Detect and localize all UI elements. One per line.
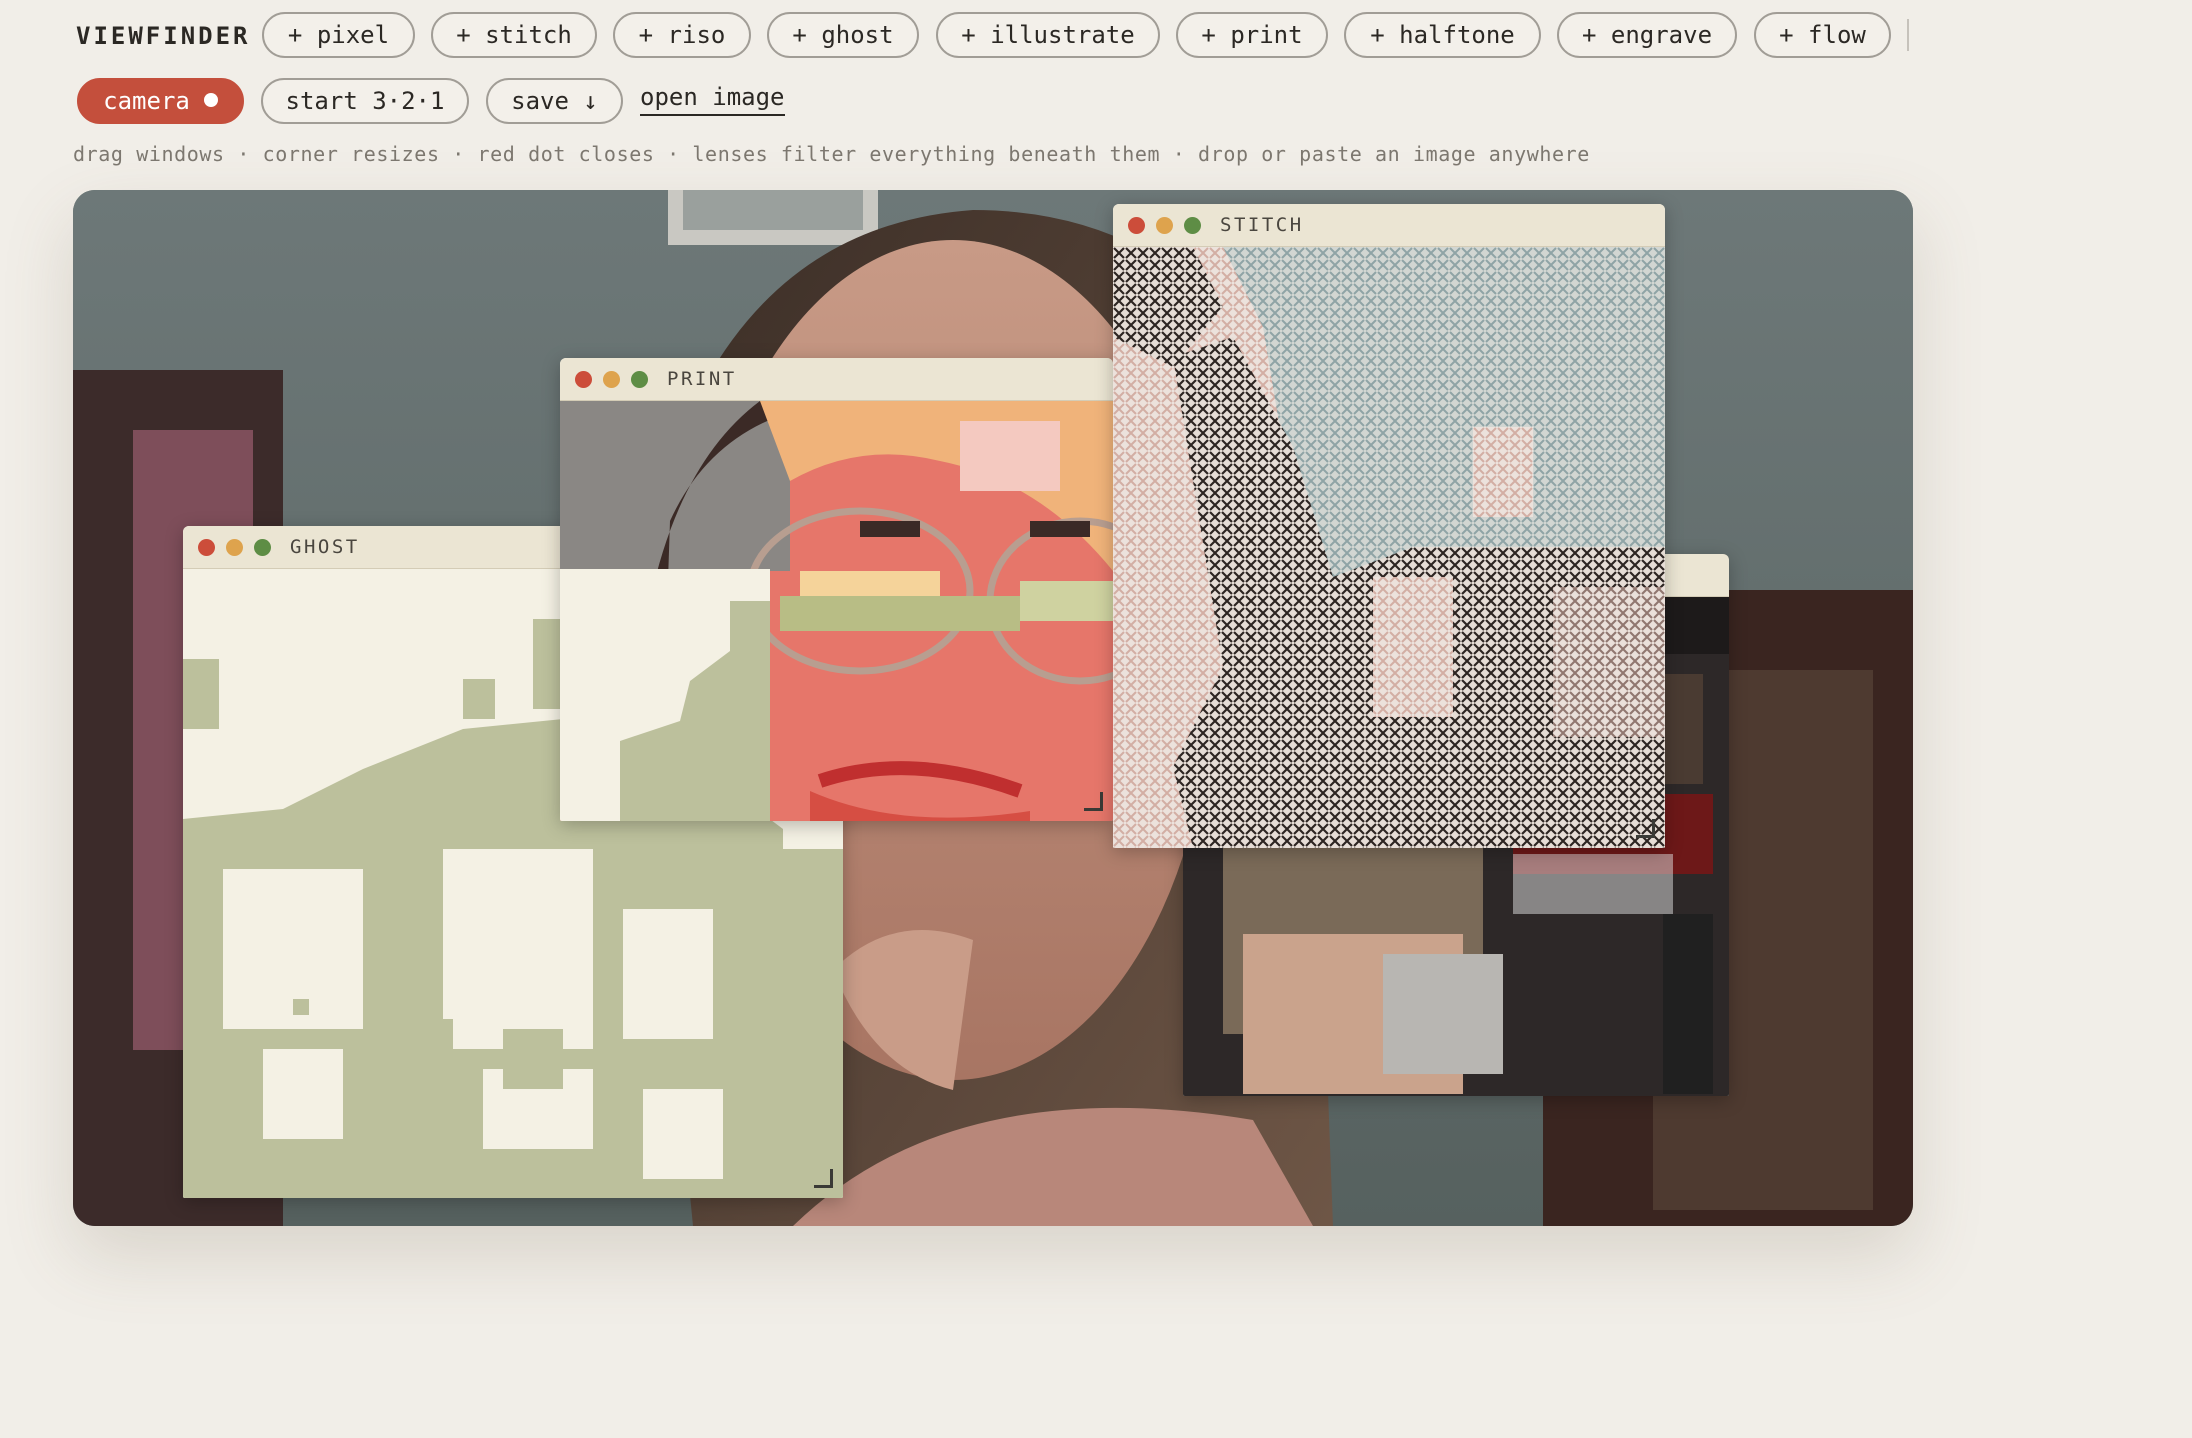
stitch-lens-image — [1113, 247, 1665, 848]
close-dot-icon[interactable] — [198, 539, 215, 556]
ghost-window-title: GHOST — [290, 536, 360, 558]
print-lens-output — [560, 401, 1113, 821]
instructions-text: drag windows · corner resizes · red dot … — [73, 142, 1590, 166]
stitch-window-title: STITCH — [1220, 214, 1304, 236]
add-riso-lens-button[interactable]: + riso — [613, 12, 751, 58]
add-ghost-lens-button[interactable]: + ghost — [767, 12, 919, 58]
toolbar-divider — [1907, 19, 1909, 51]
lens-window-print[interactable]: PRINT — [560, 358, 1113, 821]
add-stitch-lens-button[interactable]: + stitch — [431, 12, 597, 58]
add-illustrate-lens-button[interactable]: + illustrate — [936, 12, 1160, 58]
minimize-dot-icon — [1156, 217, 1173, 234]
close-dot-icon[interactable] — [1128, 217, 1145, 234]
print-lens-image — [560, 401, 1113, 821]
add-engrave-lens-button[interactable]: + engrave — [1557, 12, 1737, 58]
add-print-lens-button[interactable]: + print — [1176, 12, 1328, 58]
toolbar: VIEWFINDER + pixel + stitch + riso + gho… — [0, 0, 2192, 190]
save-button[interactable]: save ↓ — [486, 78, 623, 124]
app-title: VIEWFINDER — [76, 22, 251, 50]
minimize-dot-icon — [226, 539, 243, 556]
recording-dot-icon — [203, 93, 218, 107]
close-dot-icon[interactable] — [575, 371, 592, 388]
ghost-resize-handle-icon[interactable] — [814, 1169, 833, 1188]
zoom-dot-icon — [631, 371, 648, 388]
zoom-dot-icon — [254, 539, 271, 556]
add-halftone-lens-button[interactable]: + halftone — [1344, 12, 1541, 58]
add-pixel-lens-button[interactable]: + pixel — [262, 12, 415, 58]
camera-button[interactable]: camera — [77, 78, 244, 124]
start-countdown-button[interactable]: start 3·2·1 — [261, 78, 469, 124]
open-image-link[interactable]: open image — [640, 80, 785, 116]
print-window-titlebar[interactable]: PRINT — [560, 358, 1113, 401]
print-resize-handle-icon[interactable] — [1084, 792, 1103, 811]
stitch-window-titlebar[interactable]: STITCH — [1113, 204, 1665, 247]
add-flow-lens-button[interactable]: + flow — [1754, 12, 1891, 58]
stitch-lens-output — [1113, 247, 1665, 848]
minimize-dot-icon — [603, 371, 620, 388]
print-window-title: PRINT — [667, 368, 737, 390]
stitch-resize-handle-icon[interactable] — [1636, 819, 1655, 838]
zoom-dot-icon — [1184, 217, 1201, 234]
camera-label: camera — [103, 87, 190, 115]
lens-window-stitch[interactable]: STITCH — [1113, 204, 1665, 848]
camera-viewport[interactable]: GHOST PRINT STITCH — [73, 190, 1913, 1226]
